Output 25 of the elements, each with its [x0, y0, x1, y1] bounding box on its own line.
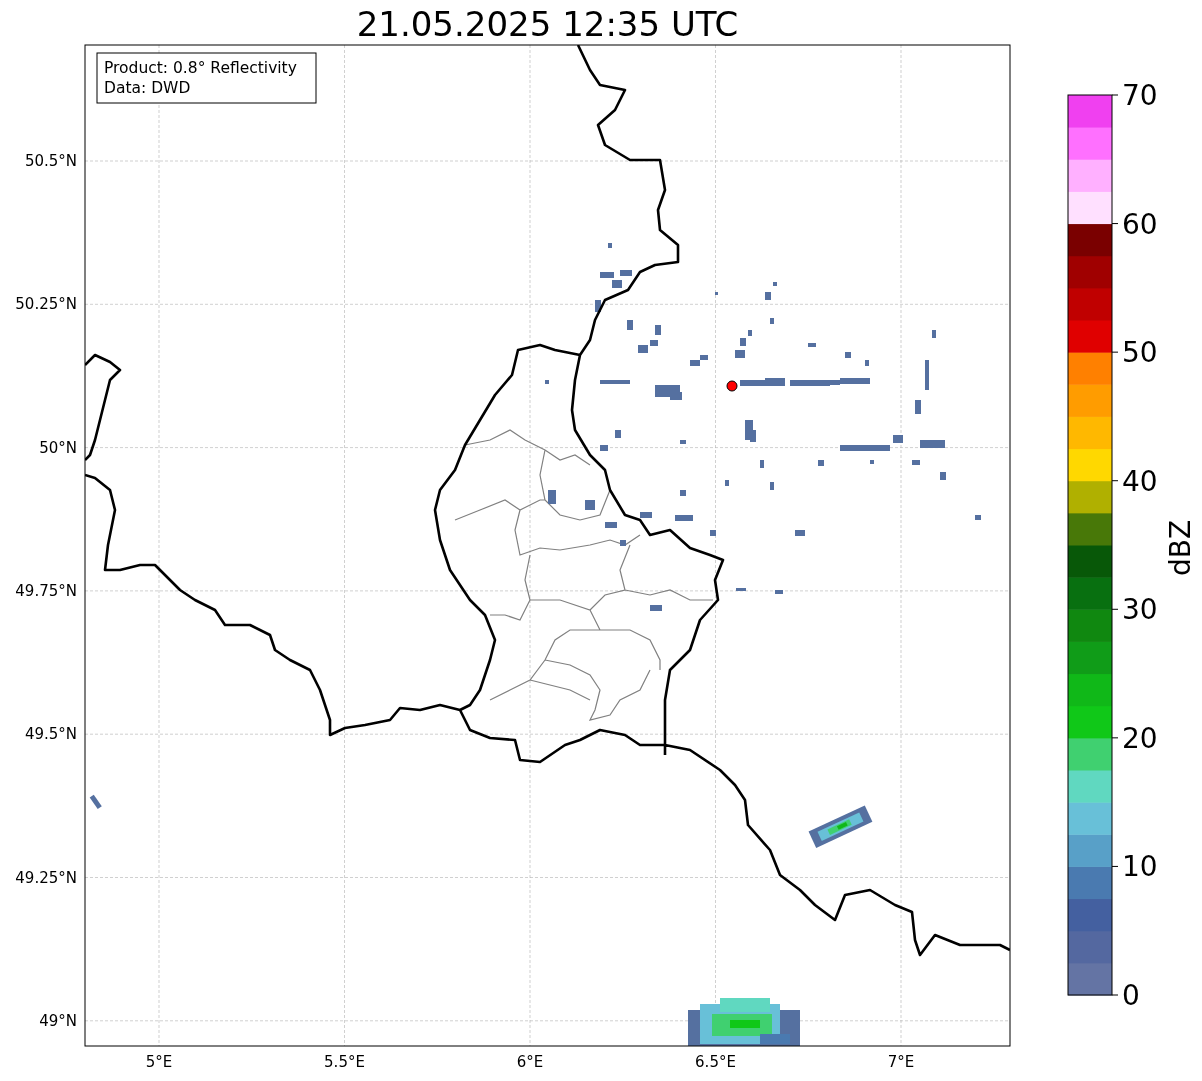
colorbar-tick-label: 30: [1122, 593, 1158, 627]
colorbar-tick-label: 20: [1122, 721, 1158, 755]
colorbar-tick-label: 0: [1122, 979, 1140, 1012]
chart-title: 21.05.2025 12:35 UTC: [356, 4, 739, 44]
info-text: Data: DWD: [104, 79, 191, 97]
latitude-label: 50°N: [39, 438, 77, 457]
colorbar-tick-label: 50: [1122, 336, 1158, 370]
latitude-label: 49°N: [39, 1011, 77, 1030]
latitude-label: 49.25°N: [15, 868, 77, 887]
longitude-label: 6°E: [516, 1053, 544, 1071]
colorbar-axis-label: dBZ: [1164, 519, 1197, 577]
longitude-label: 5.5°E: [324, 1053, 365, 1071]
longitude-label: 6.5°E: [695, 1053, 736, 1071]
radar-site-marker: [726, 380, 738, 392]
colorbar-tick-label: 40: [1122, 464, 1158, 498]
latitude-label: 50.5°N: [24, 152, 77, 170]
longitude-label: 5°E: [145, 1053, 173, 1071]
colorbar-tick-label: 60: [1122, 207, 1158, 241]
latitude-label: 49.75°N: [15, 581, 77, 600]
colorbar-tick-label: 10: [1122, 850, 1158, 884]
longitude-label: 7°E: [887, 1053, 915, 1071]
latitude-label: 49.5°N: [24, 725, 77, 744]
colorbar-tick-label: 70: [1122, 79, 1158, 112]
latitude-label: 50.25°N: [15, 295, 77, 314]
info-text: Product: 0.8° Reflectivity: [104, 59, 297, 77]
